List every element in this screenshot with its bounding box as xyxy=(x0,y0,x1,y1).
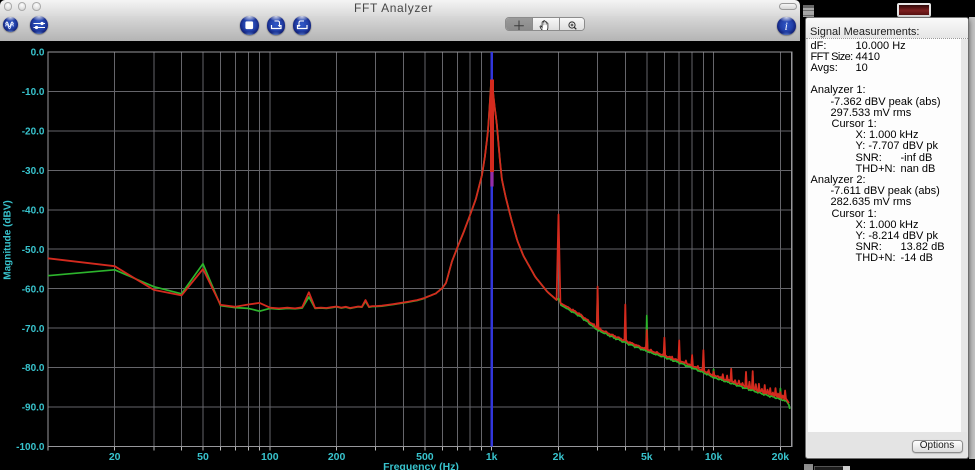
svg-text:-80.0: -80.0 xyxy=(22,363,45,374)
svg-text:-100.0: -100.0 xyxy=(16,442,45,453)
svg-text:1k: 1k xyxy=(486,451,498,463)
svg-text:10k: 10k xyxy=(705,451,723,463)
svg-text:-50.0: -50.0 xyxy=(22,245,45,256)
svg-text:20k: 20k xyxy=(772,451,790,463)
svg-text:-70.0: -70.0 xyxy=(22,324,45,335)
svg-text:-30.0: -30.0 xyxy=(22,166,45,177)
svg-text:5k: 5k xyxy=(641,451,653,463)
svg-text:20: 20 xyxy=(109,451,121,463)
svg-text:200: 200 xyxy=(328,451,346,463)
svg-text:-60.0: -60.0 xyxy=(22,284,45,295)
svg-text:2k: 2k xyxy=(553,451,565,463)
svg-text:Frequency (Hz): Frequency (Hz) xyxy=(383,461,459,470)
svg-text:100: 100 xyxy=(261,451,279,463)
svg-text:-20.0: -20.0 xyxy=(22,127,45,138)
svg-text:50: 50 xyxy=(197,451,209,463)
svg-text:-40.0: -40.0 xyxy=(22,205,45,216)
svg-text:0.0: 0.0 xyxy=(31,48,45,59)
svg-text:Magnitude (dBV): Magnitude (dBV) xyxy=(3,200,14,279)
svg-text:i: i xyxy=(785,21,788,33)
svg-text:-90.0: -90.0 xyxy=(22,403,45,414)
svg-text:-10.0: -10.0 xyxy=(22,87,45,98)
